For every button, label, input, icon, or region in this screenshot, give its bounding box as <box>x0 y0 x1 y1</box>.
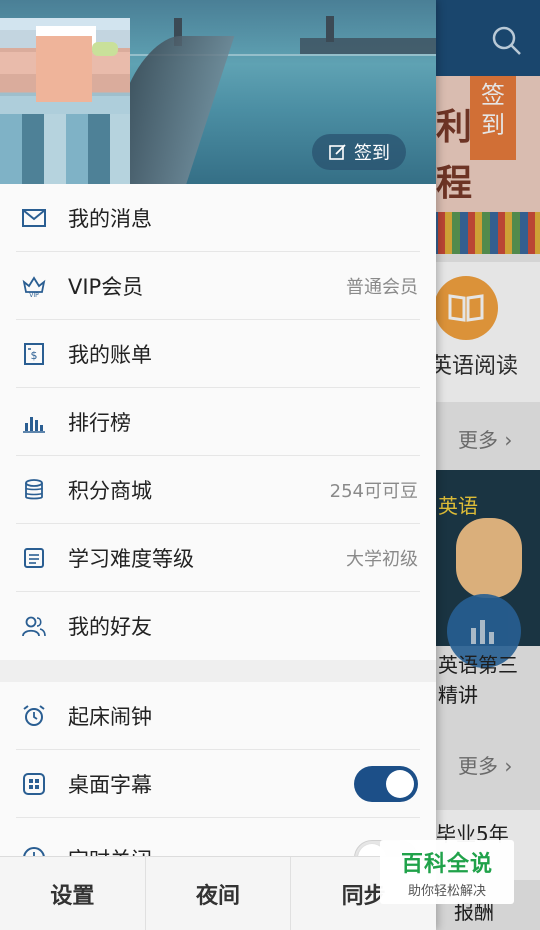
drawer-header: 签到 <box>0 0 436 184</box>
crown-icon: VIP <box>20 272 48 300</box>
menu-label: 起床闹钟 <box>68 705 152 729</box>
drawer-bottom-bar: 设置 夜间 同步 <box>0 856 436 930</box>
checkin-label: 签到 <box>354 143 390 164</box>
friends-icon <box>20 612 48 640</box>
lighthouse-image-2 <box>326 16 334 42</box>
svg-text:$: $ <box>31 349 38 362</box>
watermark-logo: 百科全说 助你轻松解决 <box>380 840 514 904</box>
side-drawer: 签到 我的消息 VIP VIP会员 普通会员 $ 我的账单 排行榜 积分商城 2… <box>0 0 436 930</box>
avatar-face <box>36 36 92 102</box>
watermark-subtitle: 助你轻松解决 <box>407 883 486 899</box>
vip-status: 普通会员 <box>346 277 418 298</box>
bar-chart-icon <box>20 408 48 436</box>
menu-label: 桌面字幕 <box>68 773 152 797</box>
settings-button[interactable]: 设置 <box>0 857 146 930</box>
bill-icon: $ <box>20 340 48 368</box>
alarm-icon <box>20 702 48 730</box>
coins-icon <box>20 476 48 504</box>
difficulty-level: 大学初级 <box>346 549 418 570</box>
avatar[interactable] <box>0 18 130 184</box>
toggle-knob <box>386 770 414 798</box>
document-icon <box>20 544 48 572</box>
menu-label: 积分商城 <box>68 479 152 503</box>
menu-label: 我的好友 <box>68 615 152 639</box>
points-balance: 254可可豆 <box>329 481 418 502</box>
menu-item-desktop-subtitle[interactable]: 桌面字幕 <box>0 750 436 818</box>
desktop-subtitle-toggle[interactable] <box>354 766 418 802</box>
section-divider <box>0 660 436 682</box>
menu-label: 学习难度等级 <box>68 547 194 571</box>
avatar-bow <box>92 42 118 56</box>
menu-item-points-mall[interactable]: 积分商城 254可可豆 <box>0 456 436 524</box>
checkin-button[interactable]: 签到 <box>312 134 406 170</box>
menu-item-vip[interactable]: VIP VIP会员 普通会员 <box>0 252 436 320</box>
grid-icon <box>20 770 48 798</box>
menu-item-bill[interactable]: $ 我的账单 <box>0 320 436 388</box>
watermark-title: 百科全说 <box>400 851 493 877</box>
drawer-menu: 我的消息 VIP VIP会员 普通会员 $ 我的账单 排行榜 积分商城 254可… <box>0 184 436 862</box>
envelope-icon <box>20 204 48 232</box>
menu-item-alarm[interactable]: 起床闹钟 <box>0 682 436 750</box>
menu-item-difficulty[interactable]: 学习难度等级 大学初级 <box>0 524 436 592</box>
menu-label: 我的消息 <box>68 207 152 231</box>
menu-label: 排行榜 <box>68 411 131 435</box>
menu-item-messages[interactable]: 我的消息 <box>0 184 436 252</box>
pier-image <box>300 38 436 54</box>
svg-text:VIP: VIP <box>29 292 39 299</box>
avatar-body <box>0 114 130 184</box>
night-mode-button[interactable]: 夜间 <box>146 857 292 930</box>
edit-icon <box>329 144 346 160</box>
menu-label: 我的账单 <box>68 343 152 367</box>
menu-item-friends[interactable]: 我的好友 <box>0 592 436 660</box>
menu-label: VIP会员 <box>68 275 144 299</box>
menu-item-ranking[interactable]: 排行榜 <box>0 388 436 456</box>
